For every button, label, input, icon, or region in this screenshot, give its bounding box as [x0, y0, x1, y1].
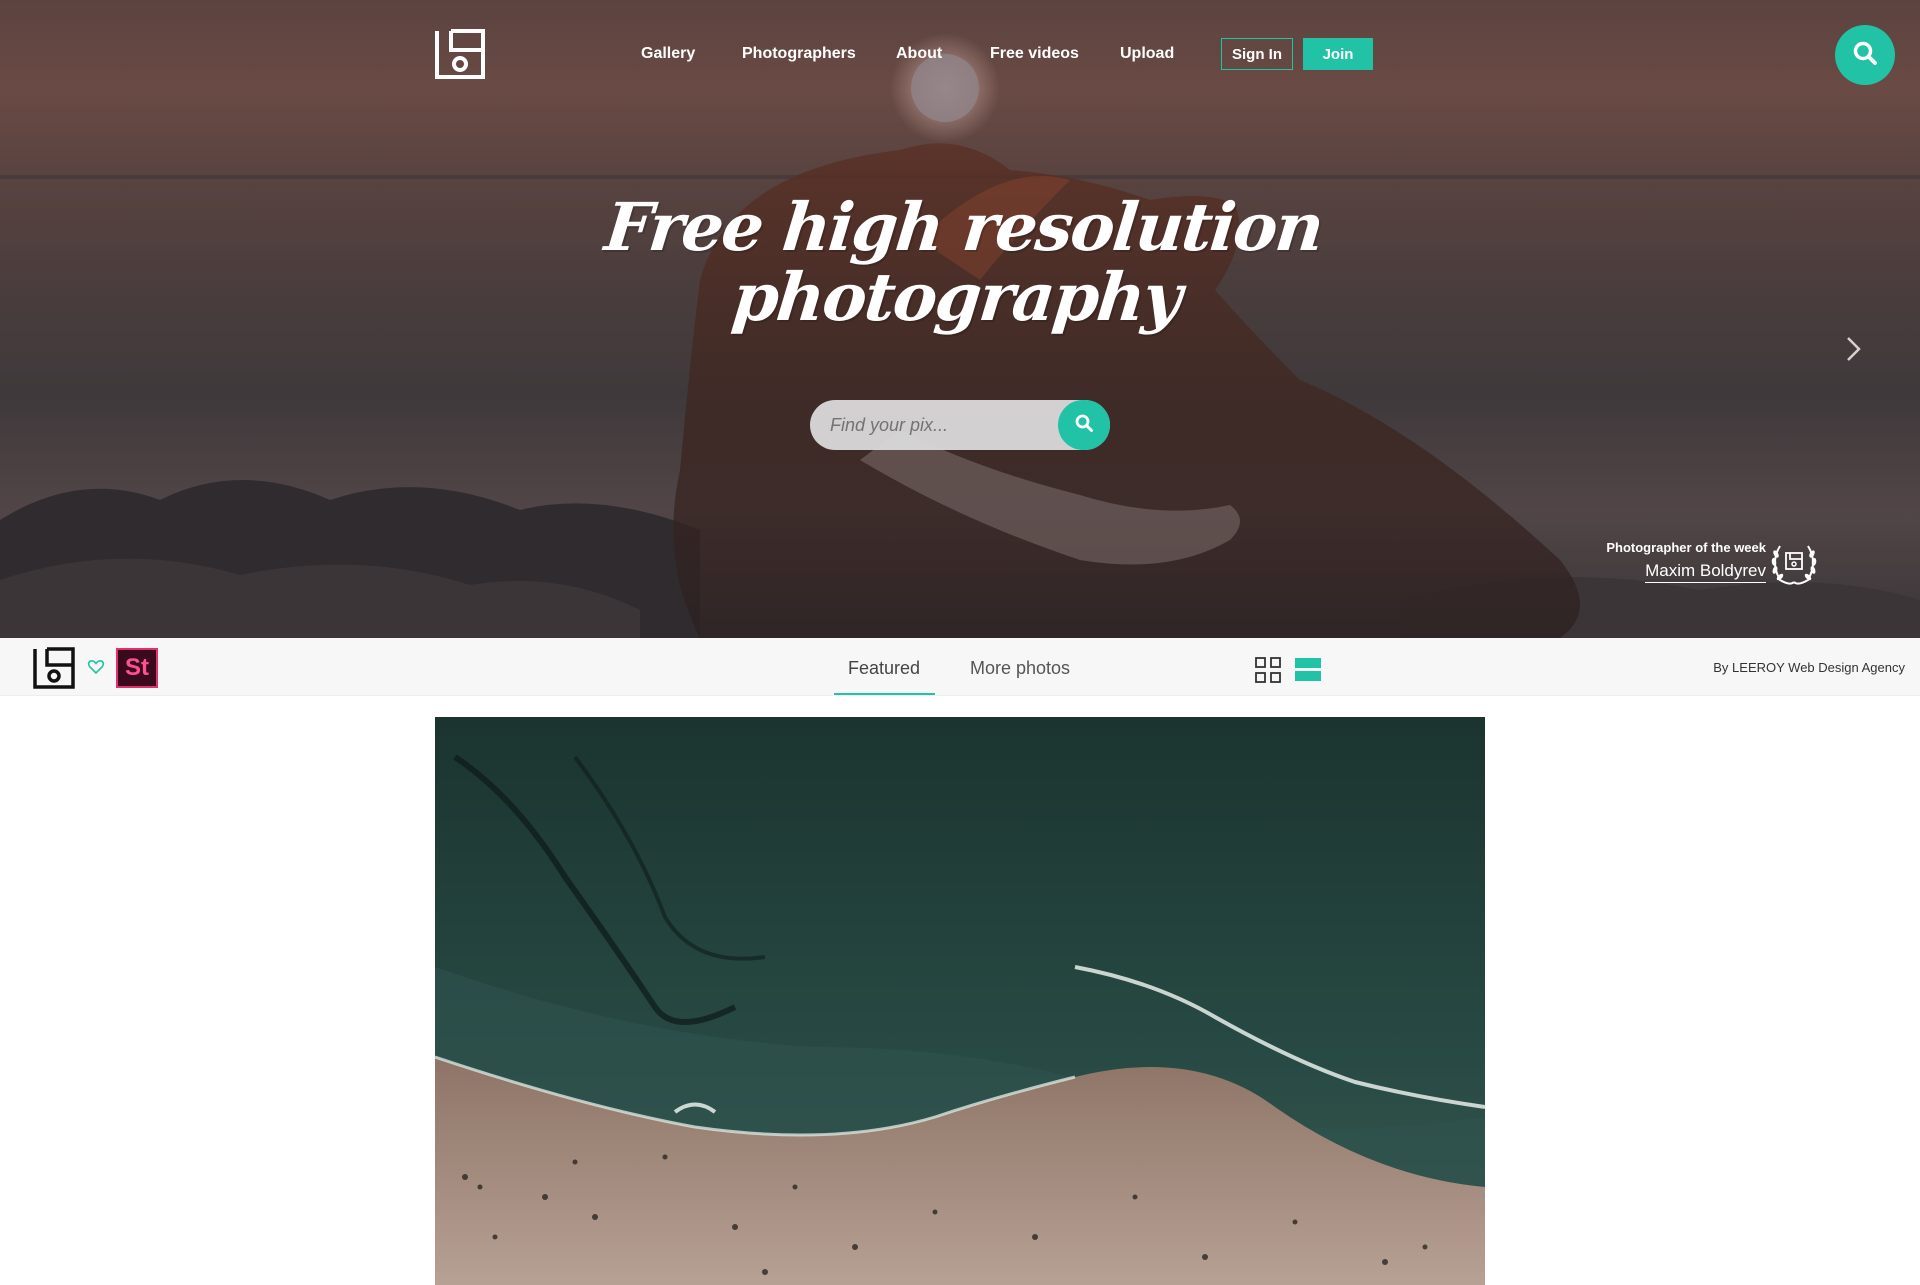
- site-logo-icon[interactable]: [434, 28, 486, 80]
- stocksnap-logo-icon[interactable]: [33, 647, 75, 689]
- grid-view-icon[interactable]: [1254, 656, 1282, 684]
- nav-photographers[interactable]: Photographers: [742, 44, 856, 64]
- search-icon: [1074, 413, 1094, 438]
- nav-free-videos[interactable]: Free videos: [990, 44, 1079, 64]
- search-icon: [1852, 40, 1878, 71]
- agency-credit[interactable]: By LEEROY Web Design Agency: [1713, 660, 1905, 675]
- hero-search-submit-button[interactable]: [1058, 400, 1110, 450]
- hero-search-bar: [810, 400, 1110, 450]
- photographer-of-week-name[interactable]: Maxim Boldyrev: [1645, 560, 1766, 583]
- active-tab-indicator: [834, 693, 935, 695]
- photographer-of-the-week: Photographer of the week Maxim Boldyrev: [1560, 540, 1766, 583]
- featured-photo[interactable]: [435, 717, 1485, 1285]
- nav-about[interactable]: About: [896, 44, 942, 64]
- chevron-right-icon[interactable]: [1842, 333, 1866, 365]
- tab-featured[interactable]: Featured: [848, 658, 920, 679]
- hero-headline-line-1: Free high resolution: [601, 188, 1326, 266]
- heart-icon: [87, 658, 105, 676]
- nav-upload[interactable]: Upload: [1120, 44, 1174, 64]
- sign-in-button[interactable]: Sign In: [1221, 38, 1293, 70]
- photographer-of-week-label: Photographer of the week: [1606, 540, 1766, 555]
- hero-banner: Gallery Photographers About Free videos …: [0, 0, 1920, 638]
- laurel-badge-icon: [1768, 540, 1820, 586]
- nav-gallery[interactable]: Gallery: [641, 44, 695, 64]
- list-view-icon[interactable]: [1294, 656, 1322, 684]
- join-button[interactable]: Join: [1303, 38, 1373, 70]
- secondary-toolbar: St Featured More photos By LEEROY Web De…: [0, 638, 1920, 696]
- hero-search-input[interactable]: [830, 400, 1050, 450]
- hero-headline: Free high resolution photography: [593, 188, 1328, 336]
- hero-headline-line-2: photography: [728, 258, 1184, 336]
- header-search-button[interactable]: [1835, 25, 1895, 85]
- adobe-stock-badge[interactable]: St: [116, 648, 158, 688]
- tab-more-photos[interactable]: More photos: [970, 658, 1070, 679]
- featured-photo-image: [435, 717, 1485, 1285]
